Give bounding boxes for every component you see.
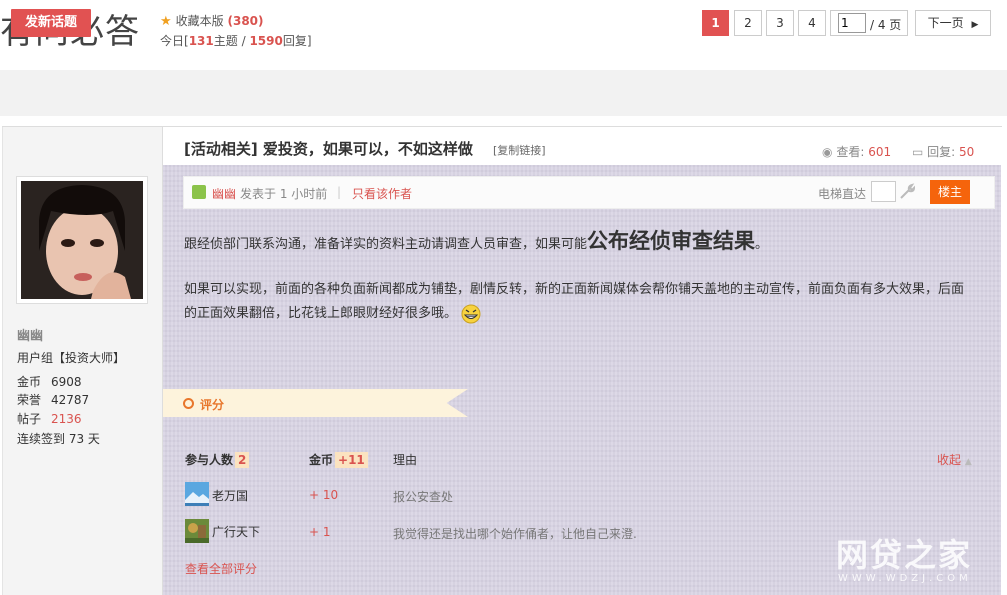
floor-jump-label: 电梯直达: [818, 187, 867, 201]
author-stat-posts: 帖子 2136: [17, 410, 82, 427]
participants-header: 参与人数 2: [185, 451, 250, 468]
copy-link-button[interactable]: [复制链接]: [493, 142, 546, 158]
stat-label: 金币: [17, 375, 42, 389]
rater-avatar[interactable]: [185, 519, 209, 543]
rater-reason: 我觉得还是找出哪个始作俑者，让他自己来澄.: [393, 527, 637, 541]
author-group: 用户组【投资大师】: [17, 351, 126, 365]
page-button-2[interactable]: 2: [734, 10, 762, 36]
poster-name[interactable]: 幽幽: [212, 185, 236, 202]
avatar-portrait-icon: [21, 181, 143, 299]
emphasized-text: 公布经侦审查结果: [587, 229, 756, 253]
coins-total: +11: [335, 452, 368, 468]
stat-value: 6908: [51, 375, 82, 389]
page-button-1[interactable]: 1: [702, 10, 729, 36]
collapse-button[interactable]: 收起 ▲: [937, 451, 972, 468]
replies-count: 50: [959, 145, 975, 159]
paragraph-end: 。: [755, 237, 769, 252]
divider: |: [337, 185, 342, 199]
wrench-icon[interactable]: [898, 183, 916, 201]
circle-icon: [183, 398, 194, 409]
author-stat-coins: 金币 6908: [17, 373, 82, 390]
collapse-label: 收起: [937, 453, 962, 467]
floor-jump-input[interactable]: [871, 181, 896, 202]
participants-count: 2: [235, 452, 250, 468]
new-topic-button[interactable]: 发新话题: [11, 9, 91, 37]
today-prefix: 今日[: [160, 34, 189, 48]
post-paragraph-2: 如果可以实现，前面的各种负面新闻都成为铺垫，剧情反转，新的正面新闻媒体会帮你铺天…: [184, 278, 974, 326]
views-counter: ◉ 查看: 601: [822, 143, 891, 160]
favorite-count: (380): [227, 14, 264, 28]
eye-icon: ◉: [822, 145, 833, 159]
today-replies-suffix: 回复]: [282, 34, 312, 48]
views-count: 601: [868, 145, 892, 159]
post-paragraph-1: 跟经侦部门联系沟通，准备详实的资料主动请调查人员审查，如果可能公布经侦审查结果。: [184, 228, 984, 258]
today-topics-count: 131: [188, 34, 214, 48]
next-page-button[interactable]: 下一页 ▶: [915, 10, 991, 36]
rater-name[interactable]: 广行天下: [212, 523, 260, 540]
paragraph-text: 跟经侦部门联系沟通，准备详实的资料主动请调查人员审查，如果可能: [184, 237, 588, 252]
page-total: / 4 页: [870, 18, 902, 32]
author-name[interactable]: 幽幽: [17, 325, 43, 344]
grin-emoji-icon: [461, 304, 481, 323]
today-stats: 今日[131主题 / 1590回复]: [160, 32, 312, 49]
star-icon: ★: [160, 14, 172, 29]
only-author-link[interactable]: 只看该作者: [352, 185, 412, 202]
rater-coins: + 1: [309, 525, 331, 539]
thread-title: [活动相关] 爱投资，如果可以，不如这样做: [184, 140, 473, 158]
rater-reason: 报公安查处: [393, 490, 454, 504]
reason-header: 理由: [393, 453, 418, 467]
page-number-input[interactable]: [838, 13, 866, 33]
today-replies-count: 1590: [249, 34, 283, 48]
view-all-ratings-link[interactable]: 查看全部评分: [185, 560, 257, 577]
toolbar: [0, 70, 1007, 116]
page-button-4[interactable]: 4: [798, 10, 826, 36]
stat-label: 帖子: [17, 412, 42, 426]
today-topics-suffix: 主题 /: [213, 34, 250, 48]
replies-counter: ▭ 回复: 50: [912, 143, 974, 160]
favorite-label: 收藏本版: [175, 14, 224, 28]
chevron-up-icon: ▲: [964, 457, 972, 467]
site-watermark-url: WWW.WDZJ.COM: [838, 573, 972, 584]
rater-name[interactable]: 老万国: [212, 487, 248, 504]
site-watermark: 网贷之家: [836, 536, 973, 574]
next-page-label: 下一页: [927, 16, 964, 30]
stat-value[interactable]: 2136: [51, 412, 82, 426]
rating-label: 评分: [200, 398, 225, 412]
replies-label: 回复:: [927, 145, 956, 159]
user-icon: [192, 185, 206, 199]
coins-label: 金币: [309, 453, 334, 467]
coins-header: 金币 +11: [309, 451, 368, 468]
author-stat-honor: 荣誉 42787: [17, 391, 89, 408]
page-button-3[interactable]: 3: [766, 10, 794, 36]
posted-time: 发表于 1 小时前: [240, 187, 328, 201]
floor-badge: 楼主: [930, 180, 970, 204]
avatar[interactable]: [16, 176, 148, 304]
author-checkin: 连续签到 73 天: [17, 432, 100, 446]
comment-icon: ▭: [912, 145, 924, 159]
participants-label: 参与人数: [185, 453, 234, 467]
stat-label: 荣誉: [17, 393, 42, 407]
rater-coins: + 10: [309, 488, 339, 502]
views-label: 查看:: [836, 145, 865, 159]
stat-value: 42787: [51, 393, 90, 407]
favorite-board[interactable]: ★ 收藏本版 (380): [160, 12, 264, 29]
caret-right-icon: ▶: [971, 20, 979, 30]
rater-avatar[interactable]: [185, 482, 209, 506]
paragraph-text: 如果可以实现，前面的各种负面新闻都成为铺垫，剧情反转，新的正面新闻媒体会帮你铺天…: [184, 282, 965, 321]
